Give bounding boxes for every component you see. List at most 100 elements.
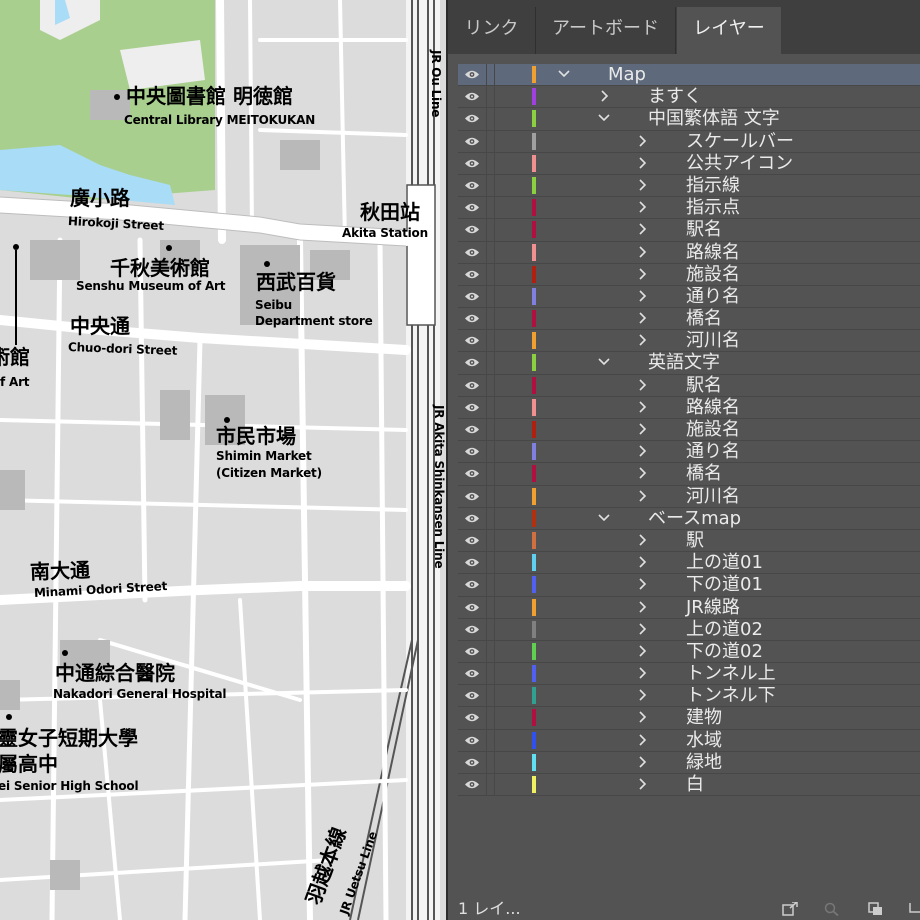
layer-row[interactable]: Map bbox=[458, 64, 920, 87]
layer-row[interactable]: 橋名 bbox=[458, 308, 920, 331]
layer-row[interactable]: 駅名 bbox=[458, 219, 920, 242]
chevron-right-icon[interactable] bbox=[636, 710, 648, 724]
chevron-right-icon[interactable] bbox=[636, 777, 648, 791]
chevron-down-icon[interactable] bbox=[598, 511, 610, 525]
layer-row[interactable]: JR線路 bbox=[458, 596, 920, 619]
eye-icon[interactable] bbox=[464, 690, 480, 701]
layer-row[interactable]: 河川名 bbox=[458, 330, 920, 353]
chevron-right-icon[interactable] bbox=[636, 733, 648, 747]
layer-row[interactable]: 河川名 bbox=[458, 485, 920, 508]
clipping-mask-icon[interactable] bbox=[868, 902, 884, 916]
eye-icon[interactable] bbox=[464, 158, 480, 169]
eye-icon[interactable] bbox=[464, 269, 480, 280]
chevron-right-icon[interactable] bbox=[636, 378, 648, 392]
eye-icon[interactable] bbox=[464, 446, 480, 457]
chevron-right-icon[interactable] bbox=[636, 555, 648, 569]
chevron-right-icon[interactable] bbox=[636, 466, 648, 480]
new-sublayer-icon[interactable] bbox=[906, 902, 920, 916]
chevron-right-icon[interactable] bbox=[636, 333, 648, 347]
eye-icon[interactable] bbox=[464, 646, 480, 657]
eye-icon[interactable] bbox=[464, 202, 480, 213]
eye-icon[interactable] bbox=[464, 380, 480, 391]
chevron-right-icon[interactable] bbox=[636, 444, 648, 458]
chevron-right-icon[interactable] bbox=[636, 600, 648, 614]
layer-row[interactable]: 路線名 bbox=[458, 396, 920, 419]
chevron-right-icon[interactable] bbox=[636, 666, 648, 680]
layer-row[interactable]: 水域 bbox=[458, 729, 920, 752]
eye-icon[interactable] bbox=[464, 513, 480, 524]
chevron-right-icon[interactable] bbox=[636, 156, 648, 170]
layer-row[interactable]: 下の道02 bbox=[458, 640, 920, 664]
chevron-right-icon[interactable] bbox=[636, 489, 648, 503]
chevron-right-icon[interactable] bbox=[636, 222, 648, 236]
chevron-right-icon[interactable] bbox=[636, 422, 648, 436]
layer-row[interactable]: 施設名 bbox=[458, 419, 920, 442]
layer-row[interactable]: ますく bbox=[458, 86, 920, 109]
layer-row[interactable]: 通り名 bbox=[458, 441, 920, 464]
eye-icon[interactable] bbox=[464, 402, 480, 413]
eye-icon[interactable] bbox=[464, 424, 480, 435]
layer-row[interactable]: スケールバー bbox=[458, 130, 920, 153]
eye-icon[interactable] bbox=[464, 136, 480, 147]
chevron-right-icon[interactable] bbox=[636, 577, 648, 591]
layer-row[interactable]: ベースmap bbox=[458, 507, 920, 530]
chevron-right-icon[interactable] bbox=[636, 644, 648, 658]
export-icon[interactable] bbox=[782, 902, 798, 916]
eye-icon[interactable] bbox=[464, 735, 480, 746]
eye-icon[interactable] bbox=[464, 91, 480, 102]
eye-icon[interactable] bbox=[464, 757, 480, 768]
chevron-down-icon[interactable] bbox=[598, 111, 610, 125]
eye-icon[interactable] bbox=[464, 291, 480, 302]
chevron-right-icon[interactable] bbox=[636, 400, 648, 414]
eye-icon[interactable] bbox=[464, 668, 480, 679]
eye-icon[interactable] bbox=[464, 468, 480, 479]
tab-layers[interactable]: レイヤー bbox=[677, 7, 781, 54]
layer-list-scrollbar[interactable] bbox=[916, 64, 920, 892]
layer-row[interactable]: 英語文字 bbox=[458, 352, 920, 375]
layer-row[interactable]: 中国繁体語 文字 bbox=[458, 108, 920, 131]
layer-row[interactable]: 駅名 bbox=[458, 374, 920, 397]
eye-icon[interactable] bbox=[464, 357, 480, 368]
map-canvas[interactable]: 中央圖書館 明徳館 Central Library MEITOKUKAN 廣小路… bbox=[0, 0, 446, 920]
chevron-right-icon[interactable] bbox=[636, 533, 648, 547]
chevron-right-icon[interactable] bbox=[636, 178, 648, 192]
chevron-right-icon[interactable] bbox=[598, 89, 610, 103]
tab-links[interactable]: リンク bbox=[448, 7, 536, 54]
layer-row[interactable]: 上の道01 bbox=[458, 552, 920, 575]
layer-row[interactable]: 建物 bbox=[458, 707, 920, 730]
layer-row[interactable]: トンネル上 bbox=[458, 663, 920, 686]
eye-icon[interactable] bbox=[464, 602, 480, 613]
layer-row[interactable]: 施設名 bbox=[458, 263, 920, 286]
chevron-right-icon[interactable] bbox=[636, 688, 648, 702]
chevron-right-icon[interactable] bbox=[636, 289, 648, 303]
chevron-down-icon[interactable] bbox=[558, 67, 570, 81]
layer-row[interactable]: 駅 bbox=[458, 529, 920, 553]
eye-icon[interactable] bbox=[464, 535, 480, 546]
layer-row[interactable]: 公共アイコン bbox=[458, 152, 920, 175]
eye-icon[interactable] bbox=[464, 712, 480, 723]
chevron-right-icon[interactable] bbox=[636, 267, 648, 281]
eye-icon[interactable] bbox=[464, 557, 480, 568]
eye-icon[interactable] bbox=[464, 113, 480, 124]
eye-icon[interactable] bbox=[464, 779, 480, 790]
chevron-right-icon[interactable] bbox=[636, 311, 648, 325]
layer-row[interactable]: トンネル下 bbox=[458, 685, 920, 708]
search-icon[interactable] bbox=[824, 902, 840, 916]
layer-row[interactable]: 上の道02 bbox=[458, 618, 920, 641]
chevron-right-icon[interactable] bbox=[636, 134, 648, 148]
eye-icon[interactable] bbox=[464, 224, 480, 235]
eye-icon[interactable] bbox=[464, 491, 480, 502]
eye-icon[interactable] bbox=[464, 579, 480, 590]
layer-row[interactable]: 緑地 bbox=[458, 751, 920, 774]
chevron-right-icon[interactable] bbox=[636, 245, 648, 259]
eye-icon[interactable] bbox=[464, 624, 480, 635]
eye-icon[interactable] bbox=[464, 69, 480, 80]
layer-row[interactable]: 指示線 bbox=[458, 174, 920, 198]
chevron-right-icon[interactable] bbox=[636, 200, 648, 214]
eye-icon[interactable] bbox=[464, 180, 480, 191]
eye-icon[interactable] bbox=[464, 335, 480, 346]
chevron-right-icon[interactable] bbox=[636, 755, 648, 769]
eye-icon[interactable] bbox=[464, 313, 480, 324]
layer-row[interactable]: 橋名 bbox=[458, 463, 920, 486]
layer-row[interactable]: 通り名 bbox=[458, 285, 920, 309]
